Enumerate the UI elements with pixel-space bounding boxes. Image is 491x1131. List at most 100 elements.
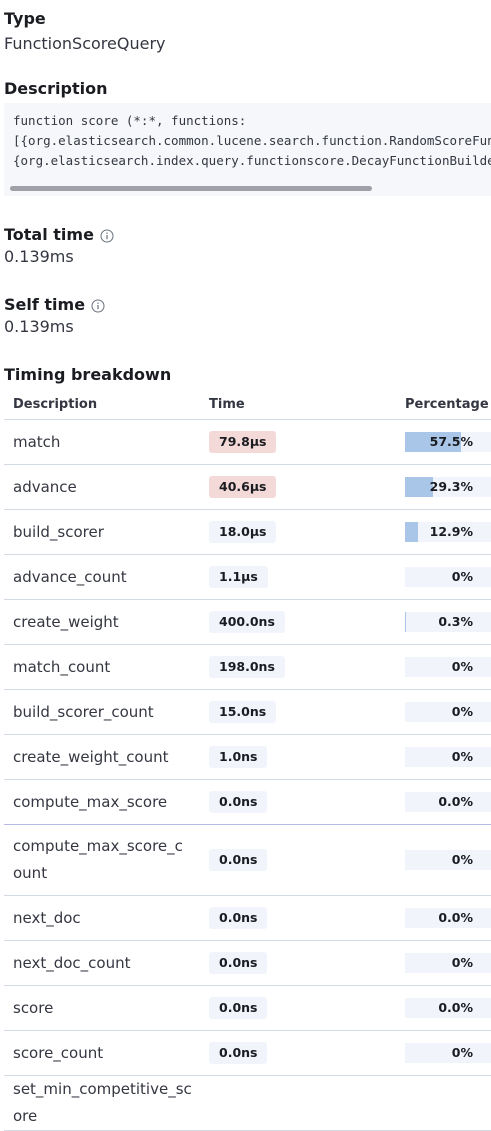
info-icon[interactable] (91, 298, 105, 312)
time-badge: 0.0ns (209, 997, 267, 1019)
description-heading: Description (4, 78, 491, 100)
percentage-bar: 0% (405, 850, 491, 870)
percentage-bar: 0% (405, 953, 491, 973)
time-badge: 0.0ns (209, 1042, 267, 1064)
type-value: FunctionScoreQuery (4, 33, 491, 55)
description-code: function score (*:*, functions:[{org.ela… (4, 103, 491, 171)
percentage-bar: 0% (405, 567, 491, 587)
row-time-cell: 18.0µs (200, 510, 396, 555)
percentage-bar: 0% (405, 1043, 491, 1063)
percentage-label: 0.0% (438, 792, 473, 812)
row-percentage-cell: 29.3% (396, 465, 491, 510)
row-time-cell: 0.0ns (200, 986, 396, 1031)
row-time-cell: 198.0ns (200, 645, 396, 690)
info-icon[interactable] (100, 228, 114, 242)
percentage-label: 0% (452, 702, 473, 722)
row-description: create_weight (4, 600, 200, 645)
row-time-cell: 1.0ns (200, 735, 396, 780)
percentage-bar: 0.0% (405, 998, 491, 1018)
time-badge: 18.0µs (209, 521, 276, 543)
total-time-header: Total time (4, 224, 491, 246)
percentage-bar: 29.3% (405, 477, 491, 497)
percentage-bar: 0% (405, 657, 491, 677)
row-description: compute_max_score (4, 780, 200, 825)
row-description: match (4, 420, 200, 465)
time-badge: 0.0ns (209, 849, 267, 871)
percentage-label: 0% (452, 850, 473, 870)
type-heading: Type (4, 0, 491, 30)
row-time-cell: 0.0ns (200, 1031, 396, 1076)
percentage-label: 0.0% (438, 998, 473, 1018)
row-time-cell: 1.1µs (200, 555, 396, 600)
column-header-percentage: Percentage (396, 389, 491, 420)
time-badge: 79.8µs (209, 431, 276, 453)
row-time-cell: 0.0ns (200, 780, 396, 825)
row-description: next_doc_count (4, 941, 200, 986)
self-time-heading: Self time (4, 294, 85, 316)
percentage-label: 0.0% (438, 908, 473, 928)
percentage-label: 0% (452, 1043, 473, 1063)
profile-detail-panel: Type FunctionScoreQuery Description func… (0, 0, 491, 1131)
row-description: build_scorer_count (4, 690, 200, 735)
table-row: create_weight 400.0ns 0.3% (4, 600, 491, 645)
column-header-time: Time (200, 389, 396, 420)
row-percentage-cell: 57.5% (396, 420, 491, 465)
time-badge: 1.0ns (209, 746, 267, 768)
row-description: next_doc (4, 896, 200, 941)
total-time-value: 0.139ms (4, 246, 491, 268)
row-percentage-cell: 0.3% (396, 600, 491, 645)
row-percentage-cell: 0% (396, 941, 491, 986)
table-row: compute_max_score0.0ns 0.0% (4, 780, 491, 825)
row-percentage-cell: 0% (396, 690, 491, 735)
percentage-bar: 12.9% (405, 522, 491, 542)
time-badge: 15.0ns (209, 701, 276, 723)
table-row: advance40.6µs 29.3% (4, 465, 491, 510)
code-line: [{org.elasticsearch.common.lucene.search… (13, 131, 491, 151)
table-row: set_min_competitive_score (4, 1076, 491, 1131)
row-time-cell (200, 1076, 396, 1131)
row-time-cell: 0.0ns (200, 941, 396, 986)
time-badge: 400.0ns (209, 611, 285, 633)
description-code-block: function score (*:*, functions:[{org.ela… (4, 103, 491, 196)
percentage-label: 0% (452, 953, 473, 973)
timing-breakdown-table: Description Time Percentage match79.8µs5… (4, 389, 491, 1131)
table-row: next_doc_count 0.0ns 0% (4, 941, 491, 986)
row-time-cell: 40.6µs (200, 465, 396, 510)
horizontal-scrollbar[interactable] (10, 186, 372, 191)
percentage-bar-fill (405, 522, 418, 542)
percentage-label: 57.5% (430, 432, 473, 452)
percentage-bar: 0% (405, 747, 491, 767)
percentage-bar: 0.0% (405, 908, 491, 928)
row-percentage-cell: 0% (396, 735, 491, 780)
row-percentage-cell: 0% (396, 555, 491, 600)
row-percentage-cell: 0.0% (396, 896, 491, 941)
row-percentage-cell (396, 1076, 491, 1131)
row-description: create_weight_count (4, 735, 200, 780)
table-row: advance_count1.1µs0% (4, 555, 491, 600)
row-time-cell: 0.0ns (200, 825, 396, 896)
row-description: score (4, 986, 200, 1031)
percentage-bar: 0% (405, 702, 491, 722)
table-row: match_count198.0ns0% (4, 645, 491, 690)
percentage-label: 29.3% (430, 477, 473, 497)
percentage-bar: 0.3% (405, 612, 491, 632)
timing-breakdown-heading: Timing breakdown (4, 364, 491, 386)
table-row: match 79.8µs 57.5% (4, 420, 491, 465)
percentage-label: 0% (452, 567, 473, 587)
table-row: create_weight_count 1.0ns 0% (4, 735, 491, 780)
time-badge: 198.0ns (209, 656, 285, 678)
table-row: score 0.0ns 0.0% (4, 986, 491, 1031)
row-description: build_scorer (4, 510, 200, 555)
row-description: set_min_competitive_score (4, 1076, 200, 1131)
percentage-label: 12.9% (430, 522, 473, 542)
row-percentage-cell: 0.0% (396, 780, 491, 825)
percentage-label: 0.3% (438, 612, 473, 632)
total-time-heading: Total time (4, 224, 94, 246)
percentage-bar: 0.0% (405, 792, 491, 812)
row-percentage-cell: 0% (396, 1031, 491, 1076)
time-badge: 0.0ns (209, 952, 267, 974)
row-time-cell: 79.8µs (200, 420, 396, 465)
row-description: advance (4, 465, 200, 510)
row-percentage-cell: 0% (396, 645, 491, 690)
time-badge: 0.0ns (209, 907, 267, 929)
